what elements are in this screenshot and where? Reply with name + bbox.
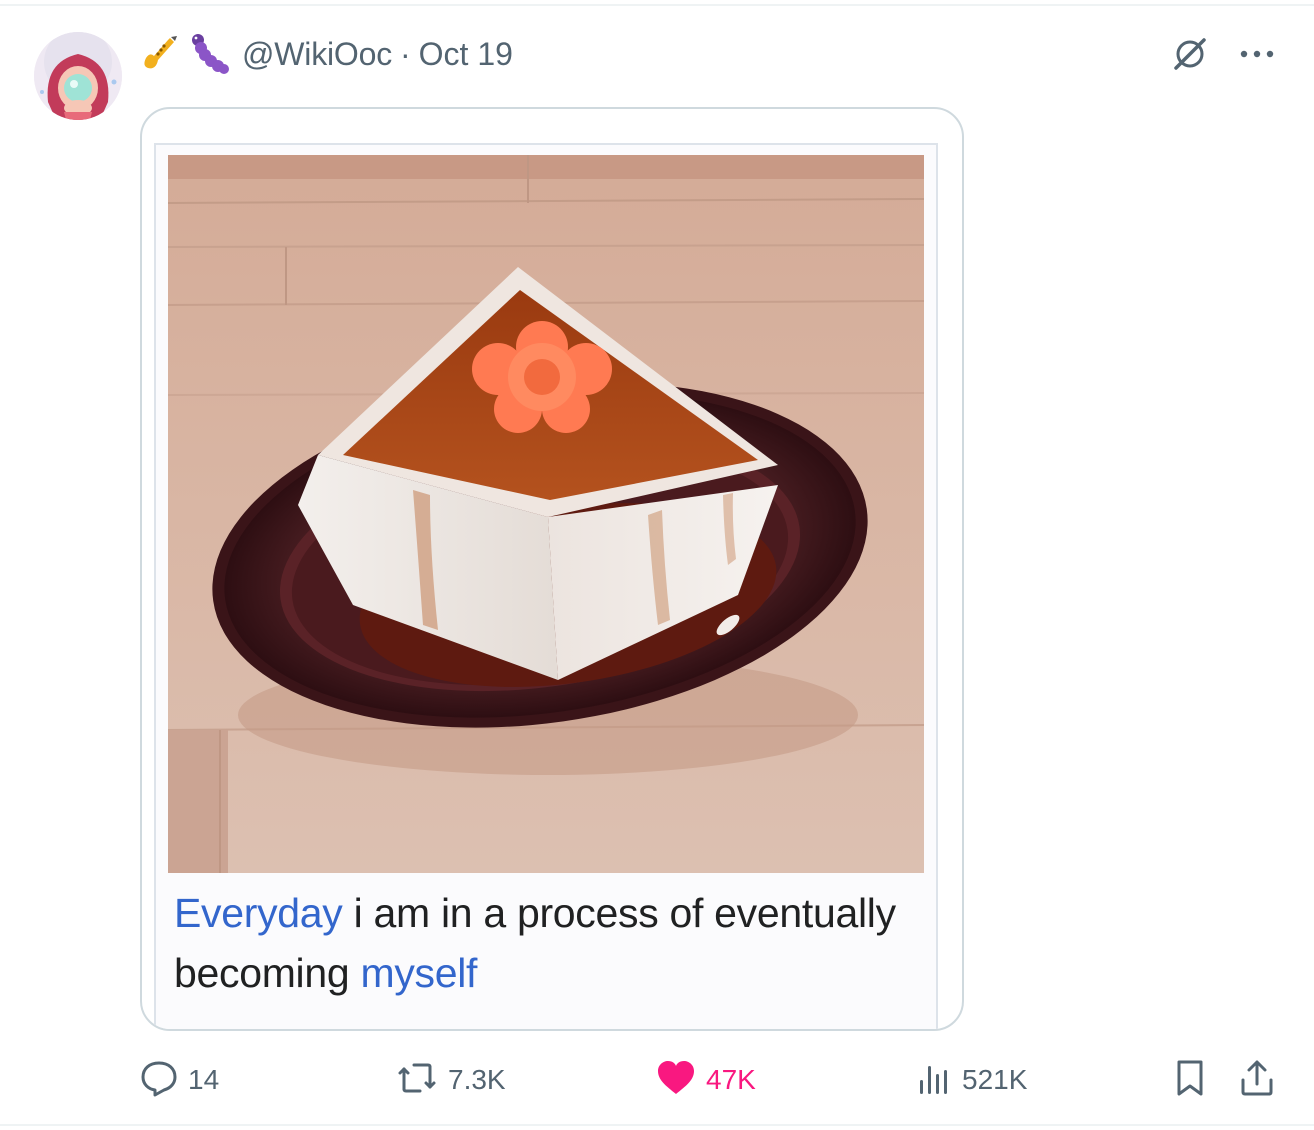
grok-icon[interactable] <box>1170 34 1210 74</box>
views-button[interactable]: 521K <box>916 1054 1027 1106</box>
like-button[interactable]: 47K <box>656 1054 756 1106</box>
share-button[interactable] <box>1238 1054 1276 1106</box>
tweet: @WikiOoc · Oct 19 Everyday i am in a pro… <box>0 0 1314 1130</box>
caption-link-everyday: Everyday <box>174 890 343 936</box>
repost-button[interactable]: 7.3K <box>396 1054 506 1106</box>
avatar-illustration <box>34 32 122 120</box>
caterpillar-icon <box>186 32 230 76</box>
views-icon <box>916 1060 952 1101</box>
reply-icon <box>140 1059 178 1102</box>
meme-image: Everyday i am in a process of eventually… <box>154 143 938 1029</box>
author-handle[interactable]: @WikiOoc <box>242 36 392 73</box>
post-date[interactable]: Oct 19 <box>419 36 513 73</box>
reply-count: 14 <box>188 1064 220 1095</box>
post-media[interactable]: Everyday i am in a process of eventually… <box>140 107 964 1031</box>
separator-dot: · <box>400 35 411 72</box>
divider-bottom <box>0 1124 1314 1126</box>
tofu-photo <box>168 155 924 873</box>
meme-caption: Everyday i am in a process of eventually… <box>174 883 914 1003</box>
bookmark-button[interactable] <box>1172 1054 1208 1106</box>
views-count: 521K <box>962 1064 1028 1095</box>
bookmark-icon <box>1172 1058 1208 1103</box>
caption-link-myself: myself <box>360 950 478 996</box>
divider-top <box>0 4 1314 6</box>
like-count: 47K <box>706 1064 756 1095</box>
share-icon <box>1238 1058 1276 1103</box>
avatar[interactable] <box>34 32 122 120</box>
header-actions <box>1170 34 1274 74</box>
reply-button[interactable]: 14 <box>140 1054 219 1106</box>
tweet-header: @WikiOoc · Oct 19 <box>140 30 513 78</box>
repost-count: 7.3K <box>448 1064 506 1095</box>
repost-icon <box>396 1059 438 1102</box>
saxophone-icon <box>140 34 180 74</box>
action-bar: 14 7.3K 47K 521K <box>140 1054 1280 1106</box>
heart-icon <box>656 1060 696 1101</box>
more-options-icon[interactable] <box>1240 49 1274 59</box>
